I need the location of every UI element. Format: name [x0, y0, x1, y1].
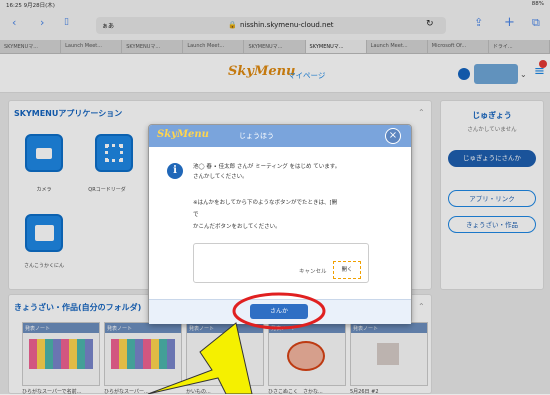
yellow-arrow-annotation: [147, 322, 253, 394]
red-circle-annotation: [232, 292, 326, 330]
annotation-layer: [147, 292, 326, 394]
